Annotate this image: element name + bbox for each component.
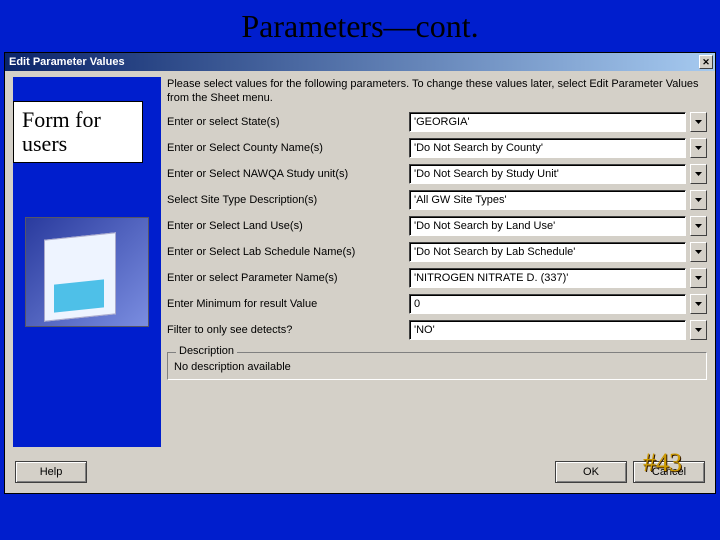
state-dropdown-button[interactable] — [690, 112, 707, 132]
param-label: Enter or Select Lab Schedule Name(s) — [167, 246, 405, 258]
description-legend: Description — [176, 345, 237, 357]
param-label: Enter Minimum for result Value — [167, 298, 405, 310]
detects-dropdown-button[interactable] — [690, 320, 707, 340]
param-label: Enter or Select NAWQA Study unit(s) — [167, 168, 405, 180]
ok-button[interactable]: OK — [555, 461, 627, 483]
dialog-left-panel: Form for users — [13, 77, 161, 447]
minresult-dropdown-button[interactable] — [690, 294, 707, 314]
param-row-detects: Filter to only see detects? — [167, 320, 707, 340]
slide-number: #43 — [643, 448, 682, 478]
landuse-input[interactable] — [409, 216, 686, 236]
close-button[interactable]: ✕ — [699, 55, 713, 69]
detects-input[interactable] — [409, 320, 686, 340]
landuse-dropdown-button[interactable] — [690, 216, 707, 236]
param-row-landuse: Enter or Select Land Use(s) — [167, 216, 707, 236]
chevron-down-icon — [695, 120, 702, 124]
minresult-input[interactable] — [409, 294, 686, 314]
param-label: Enter or select Parameter Name(s) — [167, 272, 405, 284]
close-icon: ✕ — [702, 57, 710, 68]
chevron-down-icon — [695, 328, 702, 332]
dialog-buttons: Help OK Cancel — [5, 453, 715, 493]
dialog-right-panel: Please select values for the following p… — [167, 77, 707, 447]
dialog-titlebar: Edit Parameter Values ✕ — [5, 53, 715, 71]
param-label: Enter or Select County Name(s) — [167, 142, 405, 154]
param-row-state: Enter or select State(s) — [167, 112, 707, 132]
dialog-title: Edit Parameter Values — [9, 56, 125, 68]
nawqa-input[interactable] — [409, 164, 686, 184]
param-row-county: Enter or Select County Name(s) — [167, 138, 707, 158]
parameter-dialog: Edit Parameter Values ✕ Form for users P… — [4, 52, 716, 494]
param-label: Select Site Type Description(s) — [167, 194, 405, 206]
param-row-sitetype: Select Site Type Description(s) — [167, 190, 707, 210]
dialog-body: Form for users Please select values for … — [5, 71, 715, 453]
labschedule-input[interactable] — [409, 242, 686, 262]
county-input[interactable] — [409, 138, 686, 158]
chevron-down-icon — [695, 146, 702, 150]
county-dropdown-button[interactable] — [690, 138, 707, 158]
confirm-button-group: OK Cancel — [555, 461, 705, 483]
param-row-parametername: Enter or select Parameter Name(s) — [167, 268, 707, 288]
param-row-labschedule: Enter or Select Lab Schedule Name(s) — [167, 242, 707, 262]
param-row-minresult: Enter Minimum for result Value — [167, 294, 707, 314]
parametername-dropdown-button[interactable] — [690, 268, 707, 288]
parametername-input[interactable] — [409, 268, 686, 288]
annotation-label: Form for users — [13, 101, 143, 163]
chevron-down-icon — [695, 302, 702, 306]
chevron-down-icon — [695, 172, 702, 176]
decorative-document-image — [25, 217, 149, 327]
nawqa-dropdown-button[interactable] — [690, 164, 707, 184]
param-label: Enter or Select Land Use(s) — [167, 220, 405, 232]
help-button[interactable]: Help — [15, 461, 87, 483]
param-label: Enter or select State(s) — [167, 116, 405, 128]
chevron-down-icon — [695, 224, 702, 228]
param-row-nawqa: Enter or Select NAWQA Study unit(s) — [167, 164, 707, 184]
param-label: Filter to only see detects? — [167, 324, 405, 336]
description-text: No description available — [174, 361, 700, 373]
state-input[interactable] — [409, 112, 686, 132]
description-fieldset: Description No description available — [167, 352, 707, 380]
labschedule-dropdown-button[interactable] — [690, 242, 707, 262]
slide-title: Parameters—cont. — [0, 0, 720, 49]
chevron-down-icon — [695, 250, 702, 254]
dialog-instructions: Please select values for the following p… — [167, 77, 707, 110]
chevron-down-icon — [695, 276, 702, 280]
sitetype-dropdown-button[interactable] — [690, 190, 707, 210]
chevron-down-icon — [695, 198, 702, 202]
sitetype-input[interactable] — [409, 190, 686, 210]
